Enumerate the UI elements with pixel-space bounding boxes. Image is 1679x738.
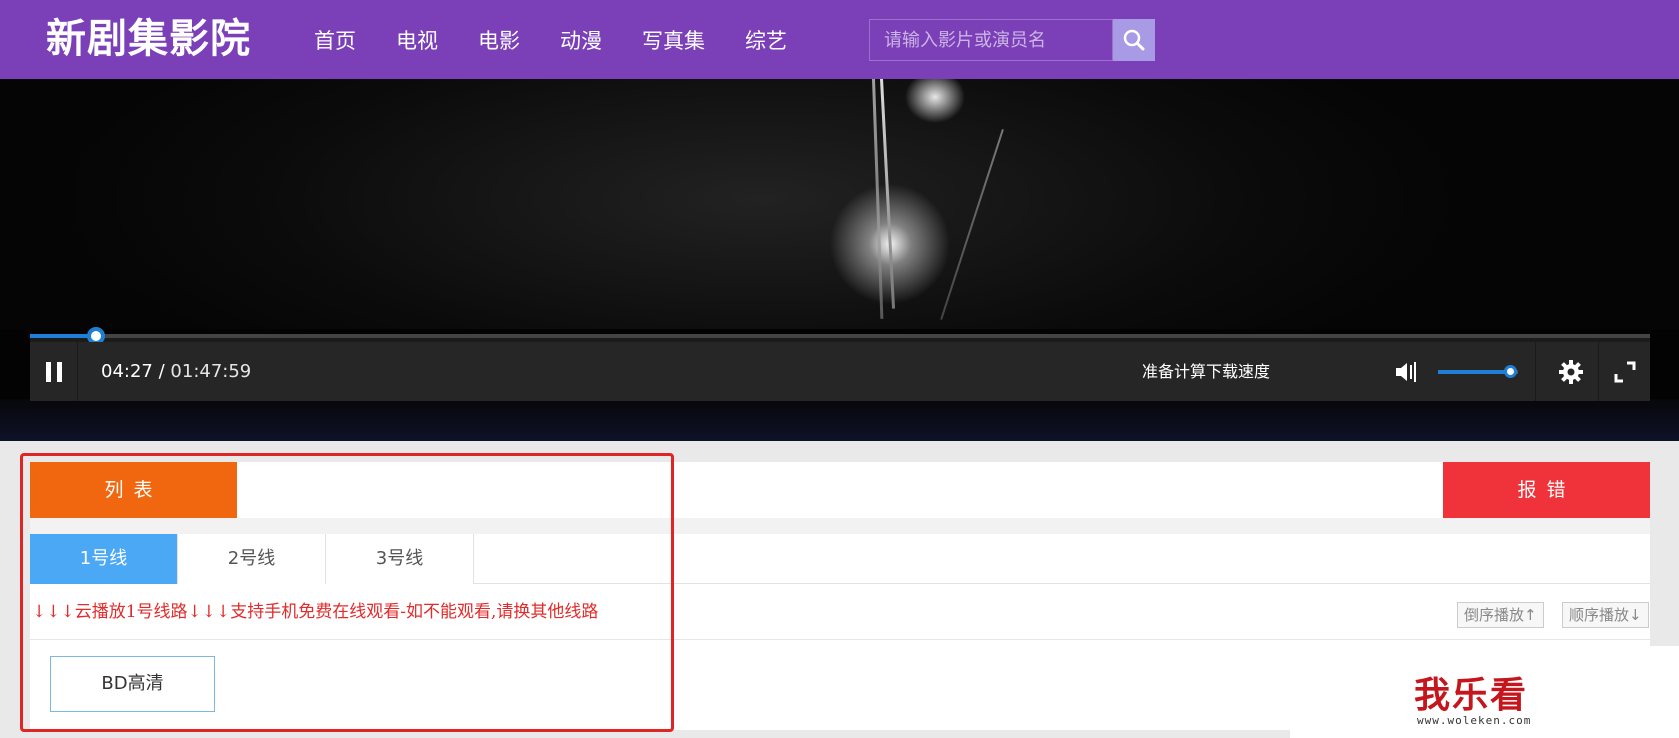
panel-header: 列表 报错 bbox=[30, 462, 1650, 518]
nav-item-photo[interactable]: 写真集 bbox=[642, 25, 705, 55]
volume-icon[interactable] bbox=[1394, 361, 1418, 383]
nav-item-variety[interactable]: 综艺 bbox=[745, 25, 787, 55]
volume-fill bbox=[1438, 370, 1510, 374]
player-controls: 04:27 / 01:47:59 准备计算下载速度 bbox=[30, 327, 1650, 401]
report-error-button[interactable]: 报错 bbox=[1443, 462, 1650, 518]
pause-button[interactable] bbox=[30, 342, 78, 401]
nav-item-movie[interactable]: 电影 bbox=[478, 25, 520, 55]
video-frame[interactable] bbox=[0, 79, 1679, 329]
progress-bar[interactable] bbox=[30, 327, 1650, 345]
duration: 01:47:59 bbox=[170, 361, 252, 382]
watermark-text: 我乐看 bbox=[1414, 675, 1529, 716]
site-logo[interactable]: 新剧集影院 bbox=[46, 14, 251, 64]
time-separator: / bbox=[158, 361, 165, 382]
reverse-order-button[interactable]: 倒序播放↑ bbox=[1457, 602, 1544, 628]
site-header: 新剧集影院 首页 电视 电影 动漫 写真集 综艺 bbox=[0, 0, 1679, 79]
watermark: 我乐看 www.woleken.com bbox=[1290, 646, 1679, 738]
fullscreen-icon[interactable] bbox=[1613, 360, 1637, 384]
current-time: 04:27 bbox=[101, 361, 153, 382]
video-player[interactable]: 04:27 / 01:47:59 准备计算下载速度 bbox=[0, 79, 1679, 441]
line-notice: ↓↓↓云播放1号线路↓↓↓支持手机免费在线观看-如不能观看,请换其他线路 bbox=[32, 602, 599, 622]
volume-knob[interactable] bbox=[1504, 365, 1517, 378]
nav-item-tv[interactable]: 电视 bbox=[396, 25, 438, 55]
tab-line-2[interactable]: 2号线 bbox=[178, 534, 326, 584]
tab-line-3[interactable]: 3号线 bbox=[326, 534, 474, 584]
watermark-url: www.woleken.com bbox=[1417, 714, 1532, 727]
search-input[interactable] bbox=[869, 19, 1113, 61]
nav-item-home[interactable]: 首页 bbox=[314, 25, 356, 55]
divider bbox=[1598, 342, 1599, 401]
notice-row: ↓↓↓云播放1号线路↓↓↓支持手机免费在线观看-如不能观看,请换其他线路 倒序播… bbox=[30, 584, 1650, 640]
pause-icon bbox=[45, 361, 62, 382]
time-display: 04:27 / 01:47:59 bbox=[101, 342, 251, 401]
panel-gap bbox=[30, 518, 1650, 534]
volume-slider[interactable] bbox=[1438, 365, 1518, 378]
search-icon bbox=[1123, 29, 1145, 51]
main-nav: 首页 电视 电影 动漫 写真集 综艺 bbox=[314, 0, 827, 79]
control-bar: 04:27 / 01:47:59 准备计算下载速度 bbox=[30, 342, 1650, 401]
tab-line-1[interactable]: 1号线 bbox=[30, 534, 178, 584]
forward-order-button[interactable]: 顺序播放↓ bbox=[1562, 602, 1649, 628]
divider bbox=[1535, 342, 1536, 401]
video-bottom-gradient bbox=[0, 399, 1679, 441]
line-tabs: 1号线 2号线 3号线 bbox=[30, 534, 1650, 584]
download-speed-status: 准备计算下载速度 bbox=[1142, 362, 1271, 381]
gear-icon[interactable] bbox=[1558, 359, 1584, 385]
light-streak bbox=[880, 79, 896, 309]
search-button[interactable] bbox=[1113, 19, 1155, 61]
light-streak bbox=[940, 129, 1004, 320]
search-box bbox=[869, 19, 1155, 61]
list-tab[interactable]: 列表 bbox=[30, 462, 237, 518]
episode-button[interactable]: BD高清 bbox=[50, 656, 215, 712]
nav-item-anime[interactable]: 动漫 bbox=[560, 25, 602, 55]
